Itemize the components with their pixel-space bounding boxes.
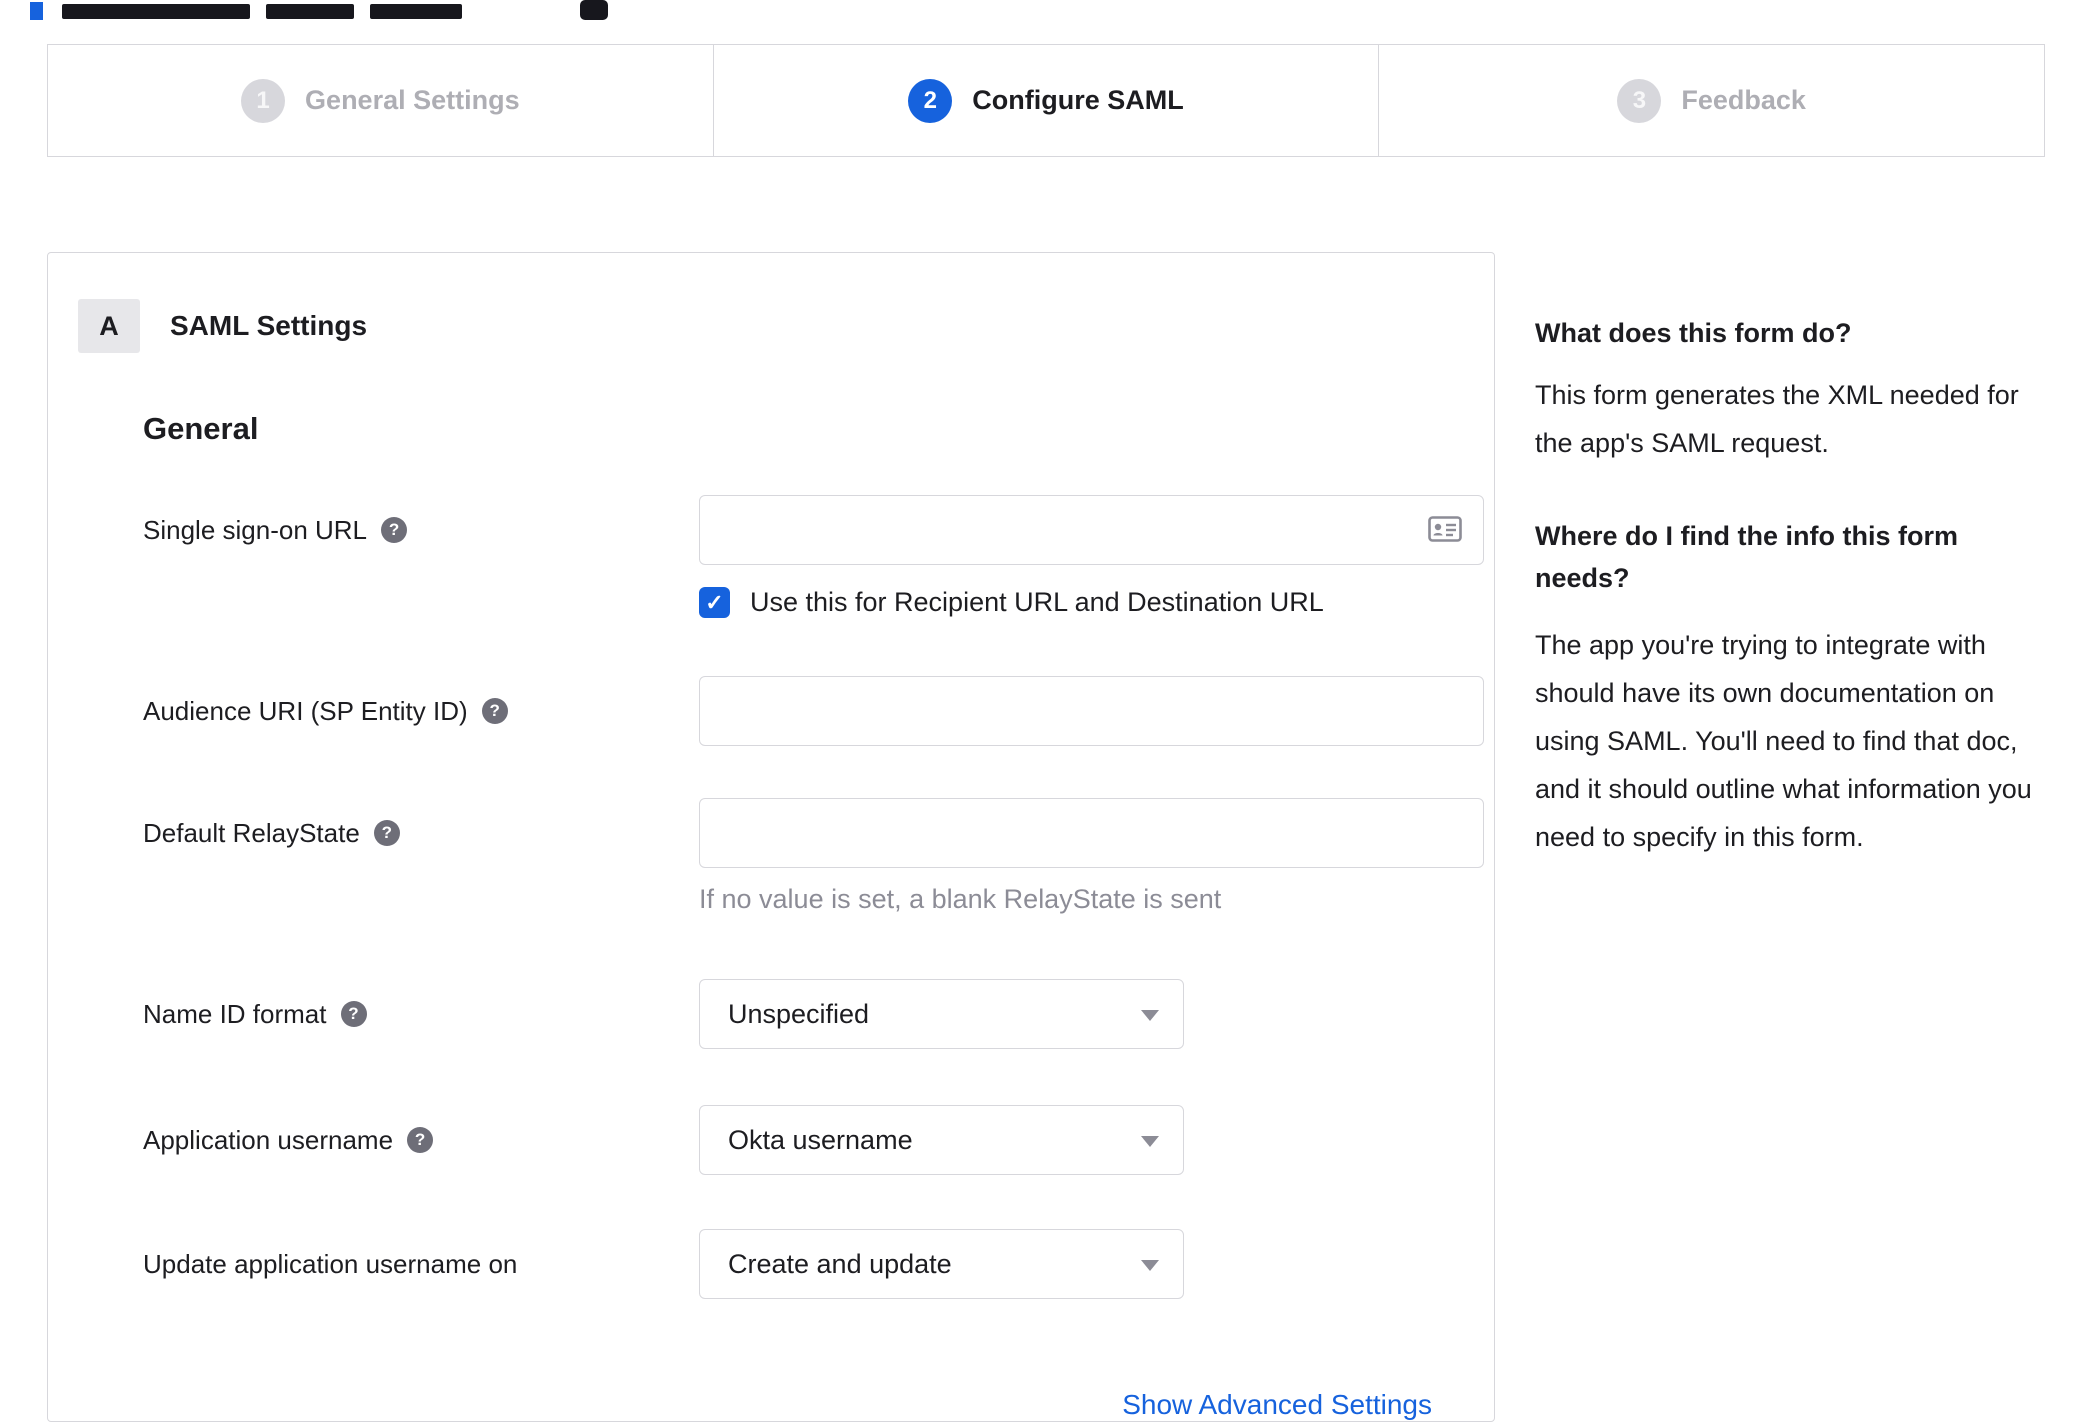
section-a-badge: A <box>78 299 140 353</box>
nameid-format-selected-value: Unspecified <box>728 998 870 1029</box>
application-username-row: Application username ? Okta username <box>48 1105 1494 1175</box>
recipient-url-checkbox-label[interactable]: Use this for Recipient URL and Destinati… <box>750 587 1324 618</box>
step-number-badge: 1 <box>241 78 286 123</box>
update-username-selected-value: Create and update <box>728 1248 952 1279</box>
help-icon[interactable]: ? <box>481 698 508 724</box>
nameid-format-label: Name ID format <box>143 999 327 1029</box>
step-configure-saml[interactable]: 2 Configure SAML <box>712 45 1379 156</box>
relaystate-label: Default RelayState <box>143 818 360 848</box>
audience-uri-input[interactable] <box>699 676 1484 746</box>
clipped-page-title <box>0 0 2092 22</box>
help-icon[interactable]: ? <box>373 820 400 846</box>
step-general-settings[interactable]: 1 General Settings <box>48 45 713 156</box>
sso-url-input[interactable] <box>699 495 1484 565</box>
sidebar-question-2: Where do I find the info this form needs… <box>1535 521 1958 593</box>
sso-url-row: Single sign-on URL ? ✓ Use this for Reci… <box>48 495 1494 618</box>
help-icon[interactable]: ? <box>407 1127 434 1153</box>
sso-url-label: Single sign-on URL <box>143 515 368 545</box>
help-sidebar: What does this form do? This form genera… <box>1535 252 2050 861</box>
general-section-title: General <box>143 411 259 446</box>
help-icon[interactable]: ? <box>381 517 408 543</box>
step-label: Feedback <box>1681 85 1806 115</box>
step-label: General Settings <box>305 85 520 115</box>
application-username-selected-value: Okta username <box>728 1124 913 1155</box>
audience-uri-row: Audience URI (SP Entity ID) ? <box>48 676 1494 746</box>
chevron-down-icon <box>1141 1136 1159 1147</box>
show-advanced-settings-link[interactable]: Show Advanced Settings <box>1122 1389 1432 1420</box>
wizard-stepper: 1 General Settings 2 Configure SAML 3 Fe… <box>47 44 2045 157</box>
saml-settings-panel: A SAML Settings General Single sign-on U… <box>47 252 1495 1422</box>
chevron-down-icon <box>1141 1010 1159 1021</box>
clipped-title-fragment <box>266 4 354 19</box>
panel-title: SAML Settings <box>170 310 368 341</box>
chevron-down-icon <box>1141 1260 1159 1271</box>
relaystate-input[interactable] <box>699 798 1484 868</box>
help-icon[interactable]: ? <box>340 1001 367 1027</box>
sidebar-answer-1: This form generates the XML needed for t… <box>1535 380 2019 458</box>
relaystate-row: Default RelayState ? If no value is set,… <box>48 798 1494 915</box>
nameid-format-row: Name ID format ? Unspecified <box>48 979 1494 1049</box>
recipient-url-checkbox[interactable]: ✓ <box>699 587 730 618</box>
contact-card-icon[interactable] <box>1428 515 1462 548</box>
relaystate-helper-text: If no value is set, a blank RelayState i… <box>699 884 1222 914</box>
application-username-select[interactable]: Okta username <box>699 1105 1184 1175</box>
step-label: Configure SAML <box>972 85 1184 115</box>
step-number-badge: 3 <box>1617 78 1662 123</box>
clipped-title-fragment <box>370 4 462 19</box>
step-feedback[interactable]: 3 Feedback <box>1378 45 2044 156</box>
update-username-label: Update application username on <box>143 1249 518 1279</box>
clipped-logo-mark <box>30 2 43 20</box>
audience-uri-label: Audience URI (SP Entity ID) <box>143 696 468 726</box>
nameid-format-select[interactable]: Unspecified <box>699 979 1184 1049</box>
step-number-badge: 2 <box>908 78 953 123</box>
sidebar-question-1: What does this form do? <box>1535 318 1852 348</box>
sidebar-answer-2: The app you're trying to integrate with … <box>1535 630 2032 852</box>
update-username-select[interactable]: Create and update <box>699 1229 1184 1299</box>
update-username-row: Update application username on Create an… <box>48 1229 1494 1299</box>
clipped-settings-icon <box>580 0 608 20</box>
clipped-title-fragment <box>62 4 250 19</box>
application-username-label: Application username <box>143 1125 394 1155</box>
